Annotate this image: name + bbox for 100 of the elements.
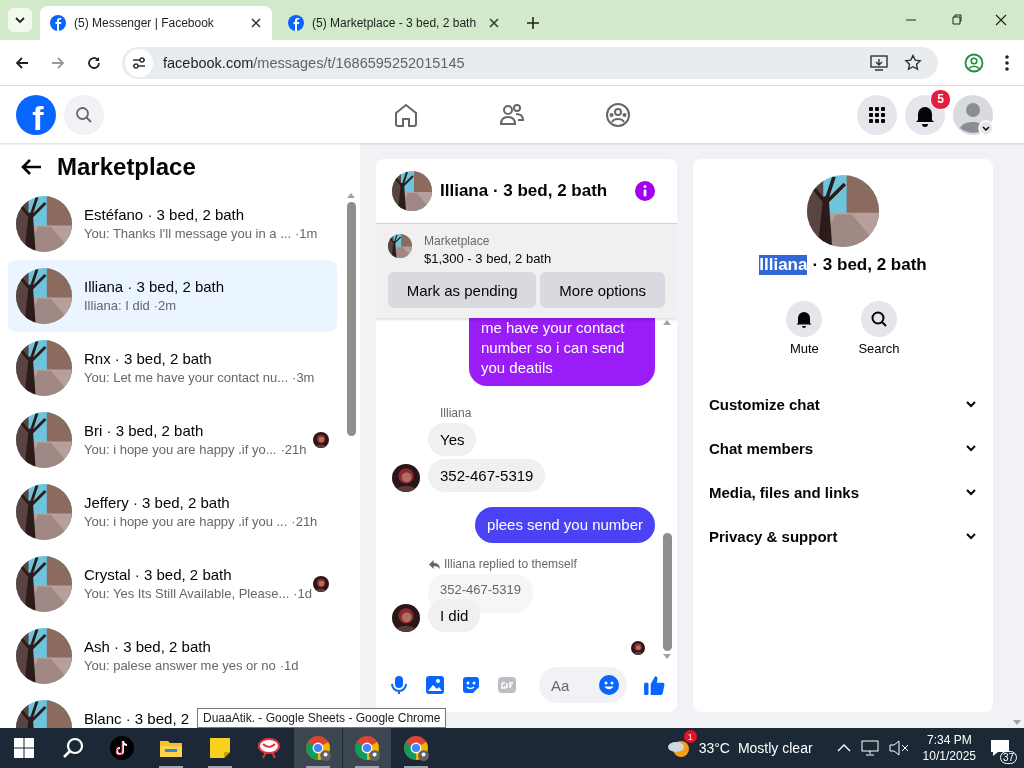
bookmark-star-icon[interactable] bbox=[904, 53, 922, 72]
search-button[interactable] bbox=[861, 301, 897, 337]
sent-message: me have your contact number so i can send you deatils bbox=[469, 318, 655, 386]
account-avatar-icon[interactable] bbox=[953, 94, 993, 135]
restore-icon[interactable] bbox=[950, 14, 962, 26]
scissors-app-icon bbox=[257, 736, 281, 760]
sticker-icon[interactable] bbox=[461, 675, 481, 695]
message-preview: Illiana: I did bbox=[84, 298, 150, 314]
listing-action-button[interactable]: Mark as pending bbox=[388, 272, 537, 308]
message-time: ·1d bbox=[293, 586, 313, 602]
emoji-icon[interactable] bbox=[599, 675, 619, 695]
taskbar-app[interactable] bbox=[294, 728, 342, 768]
conversation-item[interactable]: Ash · 3 bed, 2 bath You: palese answer me yes or no ·1d bbox=[8, 620, 337, 692]
conversation-item[interactable]: Crystal · 3 bed, 2 bath You: Yes Its Still Available, Please... ·1d bbox=[8, 548, 337, 620]
facebook-logo[interactable]: f bbox=[16, 94, 56, 135]
conversation-name: Estéfano · 3 bed, 2 bath bbox=[84, 206, 245, 223]
muted-speaker-icon[interactable] bbox=[888, 740, 909, 756]
message-preview: You: i hope you are happy .if yo... bbox=[84, 442, 277, 458]
notification-count: 37 bbox=[999, 751, 1017, 764]
conversation-title: · 3 bed, 2 bath bbox=[812, 255, 927, 275]
tooltip: DuaaAtik. - Google Sheets - Google Chrome bbox=[197, 708, 447, 728]
message-preview: You: i hope you are happy .if you ... bbox=[84, 514, 288, 530]
received-message: I did bbox=[428, 599, 481, 632]
settings-section[interactable]: Chat members bbox=[709, 426, 977, 470]
clock-time[interactable]: 7:34 PM bbox=[926, 732, 972, 748]
search-icon bbox=[62, 737, 84, 759]
chevron-up-icon[interactable] bbox=[836, 743, 851, 753]
info-icon[interactable] bbox=[635, 181, 655, 201]
message-time: ·3m bbox=[292, 370, 315, 386]
forward-icon[interactable] bbox=[50, 54, 66, 71]
message-time: ·21h bbox=[291, 514, 318, 530]
browser-tab[interactable]: (5) Marketplace - 3 bed, 2 bath bbox=[278, 6, 510, 40]
conversation-item[interactable]: Illiana · 3 bed, 2 bath Illiana: I did ·2m bbox=[8, 260, 337, 332]
settings-section[interactable]: Customize chat bbox=[709, 382, 977, 426]
conversation-name: Ash · 3 bed, 2 bath bbox=[84, 638, 211, 655]
temperature: 33°C bbox=[698, 740, 730, 756]
conversation-title: Illiana · 3 bed, 2 bath bbox=[440, 181, 608, 201]
network-icon[interactable] bbox=[860, 740, 879, 756]
listing-action-button[interactable]: More options bbox=[540, 272, 665, 308]
close-icon[interactable] bbox=[250, 17, 262, 29]
apps-menu-button[interactable] bbox=[857, 94, 897, 135]
clock-date[interactable]: 10/1/2025 bbox=[922, 748, 976, 764]
tab-list-button[interactable] bbox=[8, 8, 32, 32]
mute-button[interactable] bbox=[786, 301, 823, 337]
close-icon[interactable] bbox=[995, 14, 1007, 26]
settings-section[interactable]: Privacy & support bbox=[709, 514, 977, 558]
conversation-item[interactable]: Estéfano · 3 bed, 2 bath You: Thanks I'll message you in a ... ·1m bbox=[8, 188, 337, 260]
groups-icon[interactable] bbox=[605, 101, 631, 128]
new-tab-icon[interactable] bbox=[526, 16, 540, 30]
like-icon[interactable] bbox=[643, 674, 665, 696]
conversation-name: Crystal · 3 bed, 2 bath bbox=[84, 566, 232, 583]
photo-icon[interactable] bbox=[425, 675, 445, 695]
weather-condition: Mostly clear bbox=[737, 740, 813, 756]
received-message: Yes bbox=[428, 423, 477, 456]
back-icon[interactable] bbox=[14, 54, 30, 71]
browser-tab[interactable]: (5) Messenger | Facebook bbox=[40, 6, 272, 40]
home-icon[interactable] bbox=[393, 101, 419, 128]
sidebar-title: Marketplace bbox=[57, 153, 196, 181]
conversation-name: Illiana · 3 bed, 2 bath bbox=[84, 278, 225, 295]
folder-icon bbox=[159, 738, 183, 758]
sticky-note-icon bbox=[209, 737, 231, 759]
conversation-item[interactable]: Rnx · 3 bed, 2 bath You: Let me have your contact nu... ·3m bbox=[8, 332, 337, 404]
scroll-up-icon[interactable] bbox=[663, 320, 671, 325]
caret-icon bbox=[14, 14, 26, 26]
message-time: ·1m bbox=[295, 226, 318, 242]
settings-section[interactable]: Media, files and links bbox=[709, 470, 977, 514]
sender-name: Illiana bbox=[440, 406, 472, 420]
reload-icon[interactable] bbox=[86, 54, 102, 71]
message-time: ·1d bbox=[279, 658, 299, 674]
conversation-item[interactable]: Bri · 3 bed, 2 bath You: i hope you are happy .if yo... ·21h bbox=[8, 404, 337, 476]
profile-icon[interactable] bbox=[964, 52, 984, 73]
address-bar[interactable]: facebook.com/messages/t/1686595252015145 bbox=[122, 46, 938, 79]
music-note-app-icon bbox=[110, 736, 134, 760]
message-time: ·2m bbox=[153, 298, 177, 314]
conversation-name: Blanc · 3 bed, 2 bbox=[84, 710, 190, 727]
notification-badge: 5 bbox=[930, 88, 951, 110]
conversation-item[interactable]: Jeffery · 3 bed, 2 bath You: i hope you are happy .if you ... ·21h bbox=[8, 476, 337, 548]
message-preview: You: Let me have your contact nu... bbox=[84, 370, 289, 386]
message-field[interactable]: Aa bbox=[539, 667, 627, 703]
reply-note: Illiana replied to themself bbox=[444, 557, 577, 571]
scrollbar-thumb[interactable] bbox=[346, 202, 356, 436]
browser-icon bbox=[354, 735, 380, 761]
back-arrow-icon[interactable] bbox=[20, 158, 42, 176]
listing-summary: $1,300 - 3 bed, 2 bath bbox=[424, 251, 552, 266]
action-label: Search bbox=[858, 341, 900, 356]
conversation-name: Bri · 3 bed, 2 bath bbox=[84, 422, 204, 439]
scrollbar-thumb[interactable] bbox=[662, 533, 672, 651]
windows-start-icon bbox=[14, 738, 34, 758]
weather-badge: 1 bbox=[683, 730, 697, 743]
microphone-icon[interactable] bbox=[389, 675, 409, 695]
message-preview: You: Thanks I'll message you in a ... bbox=[84, 226, 291, 242]
taskbar-app[interactable] bbox=[343, 728, 391, 768]
site-settings-icon[interactable] bbox=[125, 48, 153, 77]
message-preview: You: palese answer me yes or no bbox=[84, 658, 276, 674]
conversation-name: Rnx · 3 bed, 2 bath bbox=[84, 350, 212, 367]
close-icon[interactable] bbox=[488, 17, 500, 29]
browser-icon bbox=[305, 735, 331, 761]
menu-icon[interactable] bbox=[1004, 53, 1010, 72]
friends-icon[interactable] bbox=[499, 101, 525, 128]
install-app-icon[interactable] bbox=[870, 53, 888, 72]
